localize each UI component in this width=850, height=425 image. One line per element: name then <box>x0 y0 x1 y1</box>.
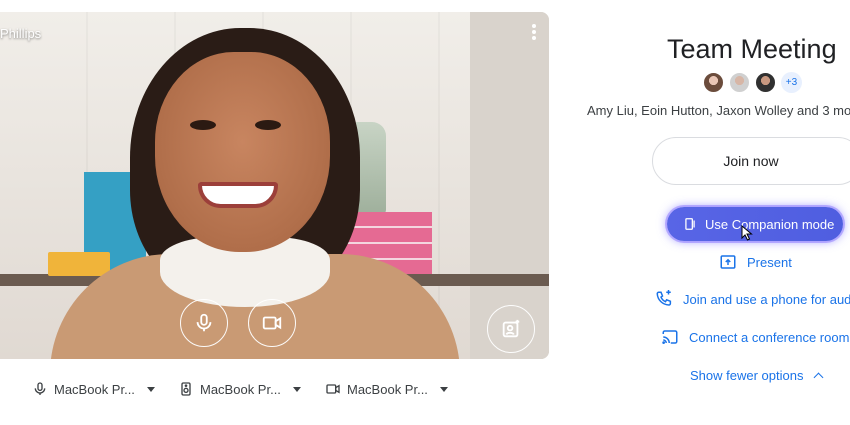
dropdown-arrow-icon <box>292 386 301 392</box>
join-phone-audio-label: Join and use a phone for audio <box>683 291 850 307</box>
phone-forwarded-icon <box>656 290 672 306</box>
effects-icon <box>502 319 520 338</box>
microphone-select-label: MacBook Pr... <box>54 381 135 397</box>
video-camera-icon <box>262 316 282 330</box>
companion-mode-label: Use Companion mode <box>705 216 835 232</box>
person-face <box>155 52 330 252</box>
speaker-select[interactable]: MacBook Pr... <box>178 378 301 400</box>
present-icon <box>720 255 736 269</box>
connect-conference-room-label: Connect a conference room <box>689 329 850 345</box>
dropdown-arrow-icon <box>439 386 448 392</box>
present-label: Present <box>747 254 792 270</box>
join-now-button[interactable]: Join now <box>652 137 850 185</box>
connect-conference-room-link[interactable]: Connect a conference room <box>661 328 849 346</box>
visual-effects-button[interactable] <box>487 305 535 353</box>
microphone-select[interactable]: MacBook Pr... <box>32 378 155 400</box>
video-camera-icon <box>326 384 340 394</box>
mouse-cursor-icon <box>741 225 753 241</box>
speaker-select-label: MacBook Pr... <box>200 381 281 397</box>
avatar <box>755 72 776 93</box>
person-eye-right <box>255 120 281 130</box>
microphone-icon <box>196 313 212 332</box>
microphone-toggle-button[interactable] <box>180 299 228 347</box>
show-fewer-options-label: Show fewer options <box>690 368 804 383</box>
person-smile <box>198 182 278 208</box>
more-vert-icon-dot <box>532 30 536 34</box>
speaker-icon <box>181 382 191 396</box>
camera-select[interactable]: MacBook Pr... <box>325 378 448 400</box>
meeting-title: Team Meeting <box>667 34 837 64</box>
join-phone-audio-link[interactable]: Join and use a phone for audio <box>655 290 850 308</box>
cast-icon <box>662 330 678 344</box>
camera-toggle-button[interactable] <box>248 299 296 347</box>
video-preview: Phillips <box>0 12 549 359</box>
camera-select-label: MacBook Pr... <box>347 381 428 397</box>
participants-text: Amy Liu, Eoin Hutton, Jaxon Wolley and 3… <box>587 103 850 118</box>
more-options-button[interactable] <box>529 22 539 42</box>
dropdown-arrow-icon <box>146 386 155 392</box>
present-link[interactable]: Present <box>719 253 792 271</box>
more-participants-badge: +3 <box>781 72 802 93</box>
companion-mode-button[interactable]: Use Companion mode <box>667 207 843 241</box>
person-eye-left <box>190 120 216 130</box>
avatar <box>729 72 750 93</box>
microphone-icon <box>34 382 46 395</box>
show-fewer-options-link[interactable]: Show fewer options <box>690 368 824 383</box>
avatar <box>703 72 724 93</box>
participant-avatars: +3 <box>703 72 802 93</box>
more-vert-icon-dot <box>532 36 536 40</box>
self-view-name: Phillips <box>0 26 42 41</box>
companion-mode-icon <box>685 218 695 230</box>
chevron-up-icon <box>814 372 824 383</box>
more-vert-icon <box>532 24 536 28</box>
